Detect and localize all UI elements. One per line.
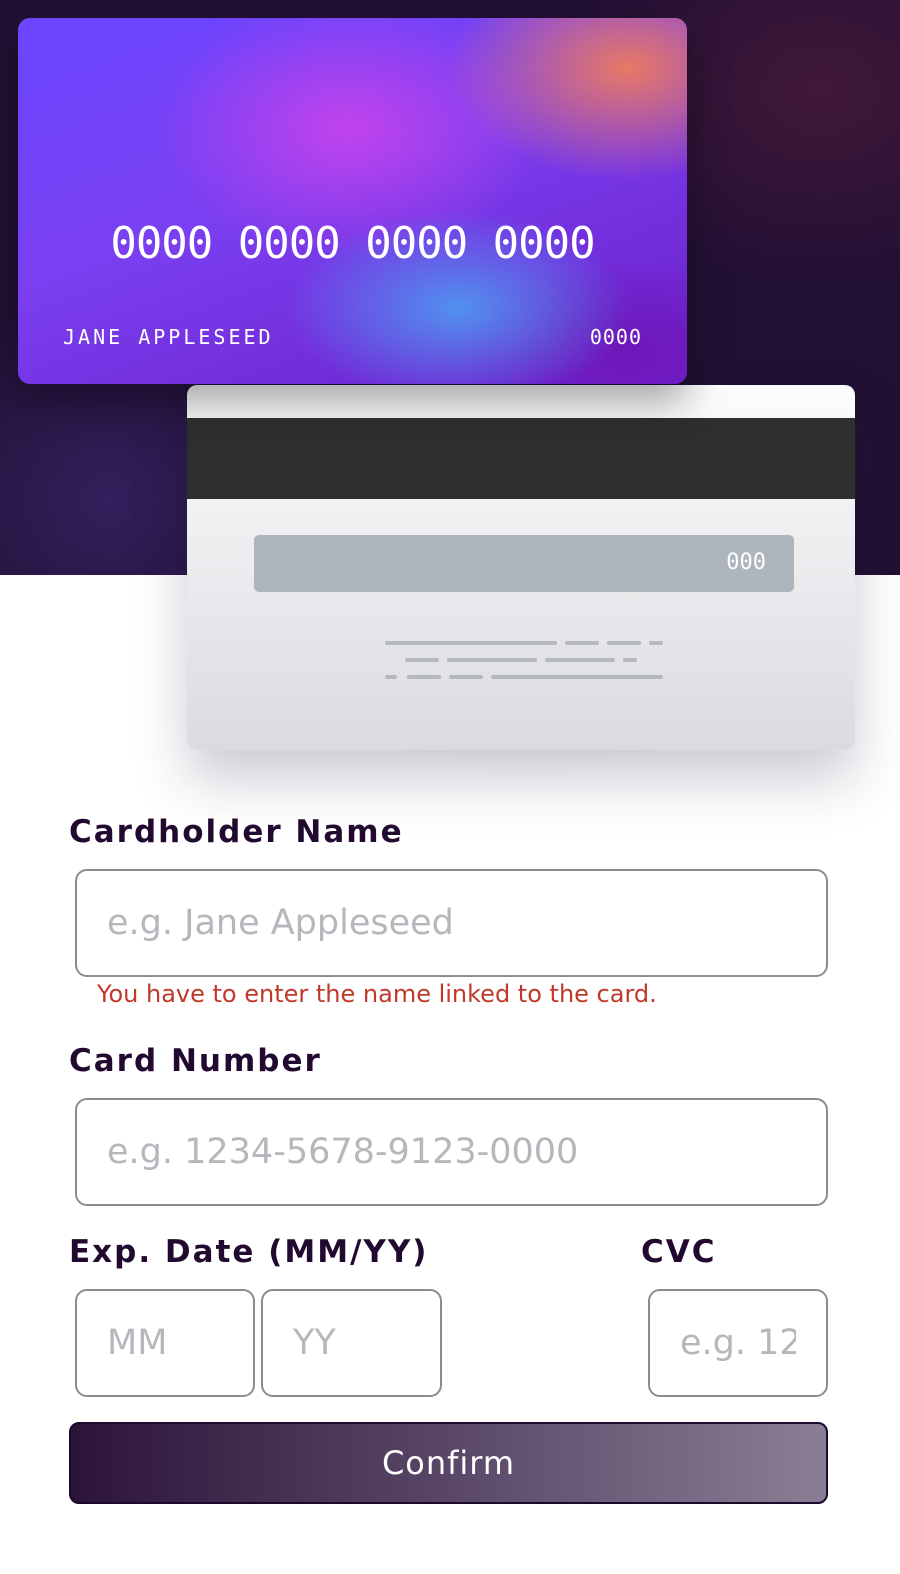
exp-date-label: Exp. Date (MM/YY) — [69, 1234, 429, 1270]
magnetic-stripe — [187, 418, 855, 499]
confirm-button[interactable]: Confirm — [69, 1422, 828, 1504]
card-front-number: 0000 0000 0000 0000 — [110, 218, 595, 269]
cvc-label: CVC — [641, 1234, 717, 1270]
cardholder-name-label: Cardholder Name — [69, 814, 404, 850]
exp-year-input[interactable] — [261, 1289, 442, 1397]
card-front-holder-name: JANE APPLESEED — [63, 325, 274, 349]
cardholder-name-input[interactable] — [75, 869, 828, 977]
card-front: 0000 0000 0000 0000 JANE APPLESEED 0000 — [18, 18, 687, 384]
card-number-label: Card Number — [69, 1043, 322, 1079]
signature-strip: 000 — [254, 535, 794, 592]
cardholder-name-error: You have to enter the name linked to the… — [97, 980, 657, 1008]
exp-month-input[interactable] — [75, 1289, 255, 1397]
card-front-expiry: 0000 — [589, 325, 642, 349]
card-back: 000 — [187, 385, 855, 750]
cvc-input[interactable] — [648, 1289, 828, 1397]
card-back-cvc: 000 — [726, 550, 766, 575]
card-number-input[interactable] — [75, 1098, 828, 1206]
